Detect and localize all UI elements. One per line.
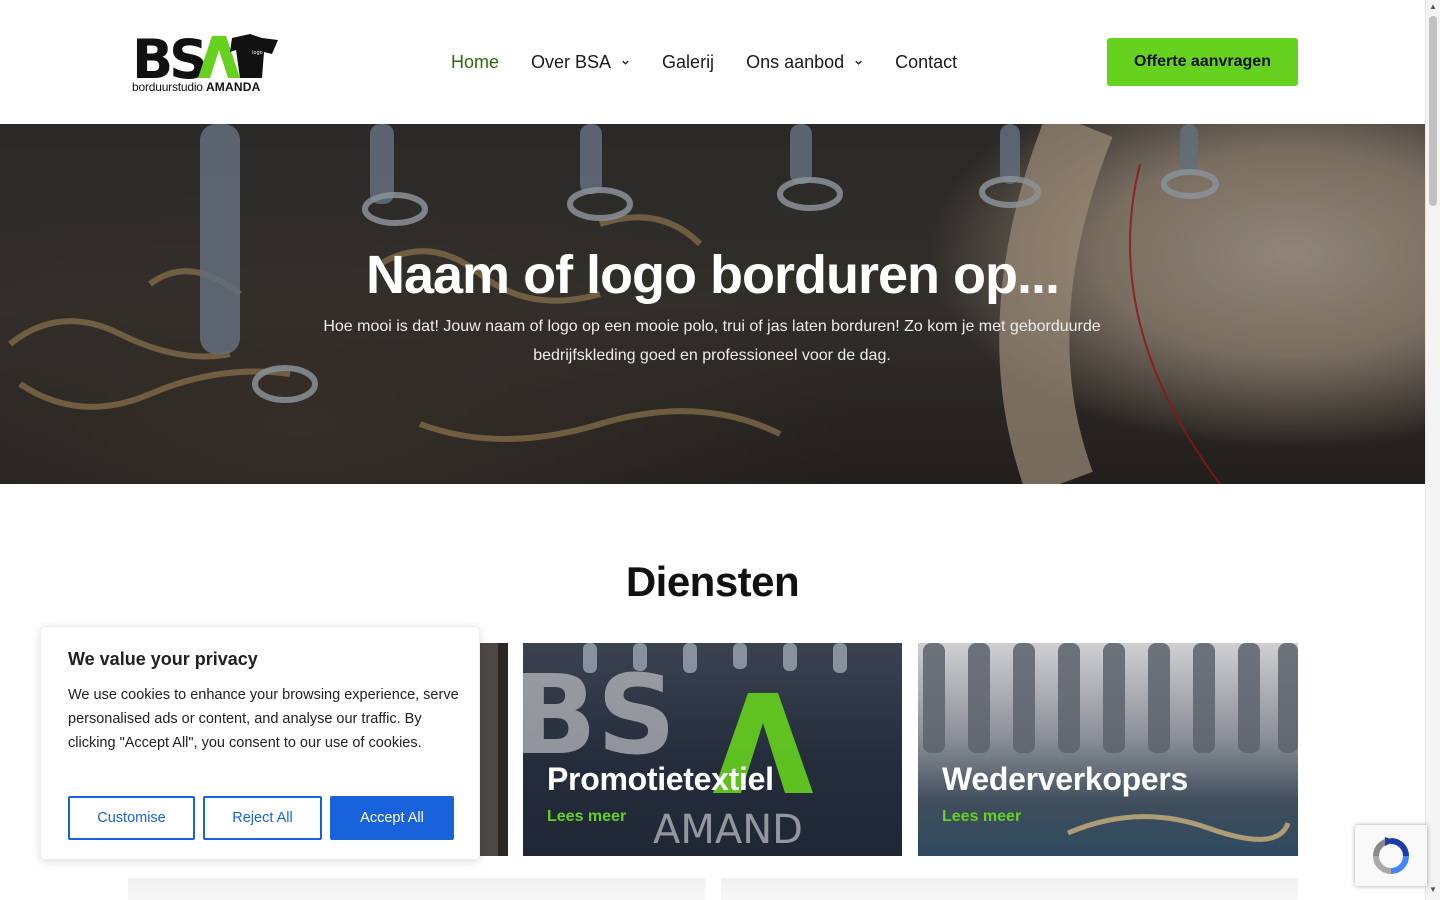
recaptcha-badge[interactable] — [1355, 825, 1427, 886]
cookie-consent-banner: We value your privacy We use cookies to … — [40, 626, 480, 860]
nav-item-ons-aanbod[interactable]: Ons aanbod — [746, 52, 863, 73]
nav-label: Ons aanbod — [746, 51, 845, 72]
nav-label: Galerij — [662, 51, 715, 72]
content-panel — [128, 878, 705, 900]
logo-mark-icon: BS logo — [132, 32, 278, 80]
site-logo[interactable]: BS logo borduurstudio AMANDA — [132, 32, 278, 94]
scroll-up-arrow-icon[interactable]: ▲ — [1429, 3, 1437, 11]
svg-text:BS: BS — [523, 651, 676, 779]
service-card-link[interactable]: Lees meer — [547, 808, 626, 826]
main-nav: Home Over BSA Galerij Ons aanbod Contact — [451, 48, 957, 76]
nav-label: Contact — [895, 51, 958, 72]
service-card-wederverkopers[interactable]: Wederverkopers Lees meer — [918, 643, 1298, 856]
nav-label: Home — [451, 51, 500, 72]
hero-banner: Naam of logo borduren op... Hoe mooi is … — [0, 124, 1425, 484]
content-panel — [721, 878, 1298, 900]
scroll-down-arrow-icon[interactable]: ▼ — [1429, 886, 1437, 894]
diensten-heading: Diensten — [625, 558, 800, 605]
logo-subtitle: borduurstudio AMANDA — [132, 80, 261, 94]
site-header: BS logo borduurstudio AMANDA Home Over B… — [0, 0, 1425, 124]
nav-item-over-bsa[interactable]: Over BSA — [531, 52, 630, 73]
cookie-title: We value your privacy — [68, 649, 258, 669]
nav-item-contact[interactable]: Contact — [895, 52, 957, 73]
chevron-down-icon — [622, 60, 629, 65]
hero-title: Naam of logo borduren op... — [366, 245, 1060, 305]
nav-item-galerij[interactable]: Galerij — [662, 52, 714, 73]
svg-text:logo: logo — [252, 50, 263, 56]
hero-subtitle: Hoe mooi is dat! Jouw naam of logo op ee… — [323, 318, 1101, 364]
svg-text:AMAND: AMAND — [653, 807, 803, 853]
service-card-title: Promotietextiel — [547, 761, 774, 797]
reject-all-button[interactable]: Reject All — [203, 796, 322, 840]
nav-label: Over BSA — [531, 51, 612, 72]
service-card-promotietextiel[interactable]: BS AMAND Promotietextiel Lees meer — [523, 643, 902, 856]
service-card-title: Wederverkopers — [942, 761, 1189, 797]
recaptcha-icon — [1373, 837, 1409, 874]
accept-all-button[interactable]: Accept All — [330, 796, 454, 840]
cookie-description: We use cookies to enhance your browsing … — [68, 687, 459, 751]
service-card-link[interactable]: Lees meer — [942, 808, 1021, 826]
offerte-aanvragen-button[interactable]: Offerte aanvragen — [1107, 38, 1298, 86]
chevron-down-icon — [855, 60, 862, 65]
svg-text:BS: BS — [132, 32, 204, 80]
nav-item-home[interactable]: Home — [451, 52, 499, 73]
page-scrollbar[interactable]: ▲ ▼ — [1425, 0, 1440, 900]
customise-button[interactable]: Customise — [68, 796, 195, 840]
scrollbar-thumb[interactable] — [1429, 16, 1437, 206]
